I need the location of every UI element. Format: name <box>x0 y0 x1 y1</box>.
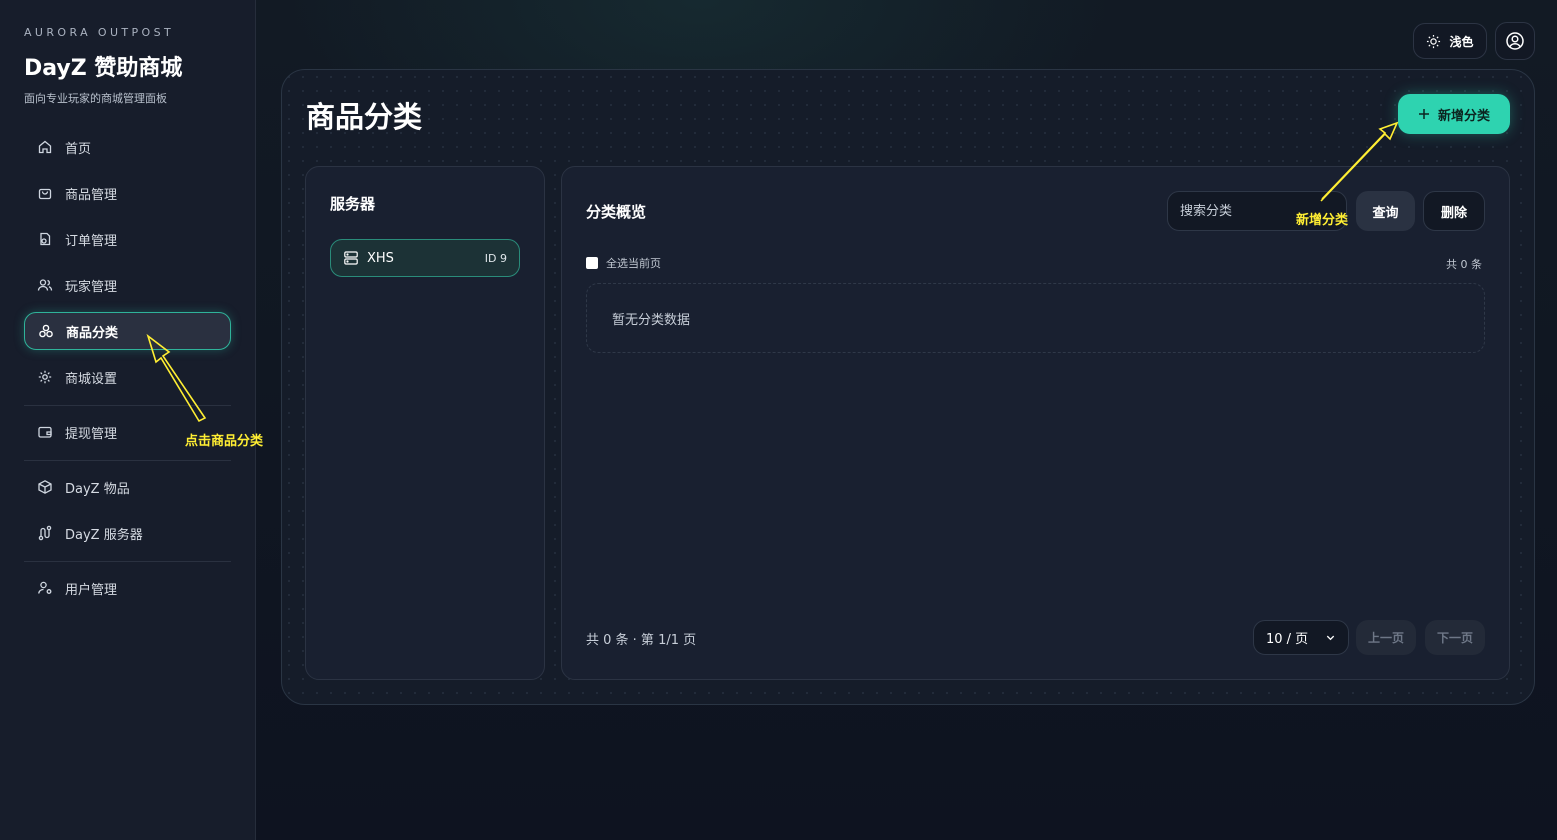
users-icon <box>37 277 53 293</box>
page-size-select[interactable]: 10 / 页 <box>1253 620 1349 655</box>
user-menu-button[interactable] <box>1495 22 1535 60</box>
sidebar-item-label: 订单管理 <box>65 233 118 249</box>
next-page-button[interactable]: 下一页 <box>1425 620 1485 655</box>
theme-toggle-button[interactable]: 浅色 <box>1413 23 1487 59</box>
user-settings-icon <box>37 580 53 596</box>
select-all[interactable]: 全选当前页 <box>586 255 661 271</box>
user-circle-icon <box>1505 31 1525 51</box>
server-icon <box>343 250 359 266</box>
prev-page-button[interactable]: 上一页 <box>1356 620 1416 655</box>
sidebar-item-label: 商品管理 <box>65 187 118 203</box>
route-icon <box>37 525 53 541</box>
brand-subtitle: 面向专业玩家的商城管理面板 <box>24 92 167 105</box>
gear-icon <box>37 369 53 385</box>
server-name: XHS <box>367 250 394 266</box>
sidebar-item-home[interactable]: 首页 <box>24 128 231 166</box>
sidebar-item-orders[interactable]: 订单管理 <box>24 220 231 258</box>
sidebar-item-label: DayZ 物品 <box>65 481 130 497</box>
category-icon <box>38 323 54 339</box>
sidebar-item-label: 商品分类 <box>66 325 119 341</box>
empty-state: 暂无分类数据 <box>586 283 1485 353</box>
sidebar-item-products[interactable]: 商品管理 <box>24 174 231 212</box>
box-icon <box>37 479 53 495</box>
sidebar-item-dayz-items[interactable]: DayZ 物品 <box>24 468 231 506</box>
sidebar-item-label: 玩家管理 <box>65 279 118 295</box>
pagination-summary: 共 0 条 · 第 1/1 页 <box>586 633 697 648</box>
sidebar-divider <box>24 561 231 562</box>
sidebar-item-settings[interactable]: 商城设置 <box>24 358 231 396</box>
add-category-label: 新增分类 <box>1437 108 1490 124</box>
brand-title: DayZ 赞助商城 <box>24 56 183 81</box>
sidebar-divider <box>24 460 231 461</box>
sidebar-item-label: DayZ 服务器 <box>65 527 143 543</box>
page-size-value: 10 / 页 <box>1266 632 1309 647</box>
select-all-label: 全选当前页 <box>606 257 661 270</box>
sidebar-item-users[interactable]: 用户管理 <box>24 569 231 607</box>
brand-kicker: AURORA OUTPOST <box>24 26 175 39</box>
chevron-down-icon <box>1325 632 1336 643</box>
wallet-icon <box>37 424 53 440</box>
sidebar-item-label: 商城设置 <box>65 371 118 387</box>
server-panel-heading: 服务器 <box>330 195 376 213</box>
sidebar-item-players[interactable]: 玩家管理 <box>24 266 231 304</box>
home-icon <box>37 139 53 155</box>
delete-button[interactable]: 删除 <box>1423 191 1485 231</box>
sidebar: AURORA OUTPOST DayZ 赞助商城 面向专业玩家的商城管理面板 首… <box>0 0 256 840</box>
query-button[interactable]: 查询 <box>1356 191 1415 231</box>
empty-state-text: 暂无分类数据 <box>612 312 691 328</box>
annotation-click-category: 点击商品分类 <box>185 434 264 449</box>
annotation-add-category: 新增分类 <box>1296 213 1349 228</box>
select-all-checkbox[interactable] <box>586 257 598 269</box>
add-category-button[interactable]: 新增分类 <box>1398 94 1510 134</box>
overview-panel <box>561 166 1510 680</box>
sun-icon <box>1426 34 1441 49</box>
server-item-xhs[interactable]: XHS ID 9 <box>330 239 520 277</box>
shopping-bag-icon <box>37 185 53 201</box>
overview-heading: 分类概览 <box>586 203 647 221</box>
sidebar-item-label: 首页 <box>65 141 92 157</box>
order-icon <box>37 231 53 247</box>
total-count: 共 0 条 <box>1446 258 1482 271</box>
sidebar-item-label: 用户管理 <box>65 582 118 598</box>
sidebar-item-categories[interactable]: 商品分类 <box>24 312 231 350</box>
plus-icon <box>1418 108 1430 120</box>
sidebar-divider <box>24 405 231 406</box>
page-title: 商品分类 <box>306 100 423 134</box>
sidebar-item-dayz-servers[interactable]: DayZ 服务器 <box>24 514 231 552</box>
theme-label: 浅色 <box>1449 34 1474 49</box>
sidebar-item-label: 提现管理 <box>65 426 118 442</box>
server-id: ID 9 <box>484 251 507 265</box>
